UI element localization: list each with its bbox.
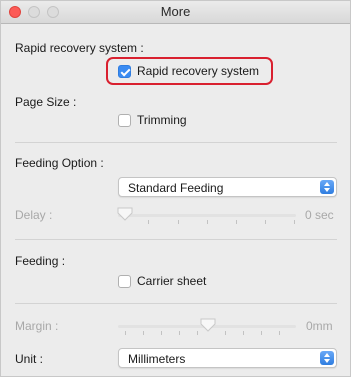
margin-slider-tick (197, 331, 198, 335)
window-title: More (160, 4, 191, 19)
rapid-recovery-checkbox[interactable] (118, 65, 131, 78)
unit-select[interactable]: Millimeters (118, 348, 337, 368)
delay-slider-tick (148, 220, 149, 224)
delay-slider-track (118, 214, 296, 217)
margin-slider-tick (279, 331, 280, 335)
margin-value-text: 0mm (306, 319, 333, 333)
trimming-checkbox[interactable] (118, 114, 131, 127)
unit-label: Unit : (15, 352, 44, 366)
trimming-checkbox-label[interactable]: Trimming (137, 113, 187, 127)
select-arrows-icon (320, 351, 334, 365)
select-arrows-icon (320, 180, 334, 194)
delay-label: Delay : (15, 208, 53, 222)
delay-slider-tick (207, 220, 208, 224)
delay-value-text: 0 sec (305, 208, 334, 222)
carrier-sheet-checkbox[interactable] (118, 275, 131, 288)
margin-slider-tick (225, 331, 226, 335)
delay-slider-tick (236, 220, 237, 224)
margin-slider-tick (261, 331, 262, 335)
delay-slider-tick (178, 220, 179, 224)
section-divider (15, 239, 337, 240)
margin-label: Margin : (15, 319, 59, 333)
margin-slider-tick (179, 331, 180, 335)
margin-slider-tick (161, 331, 162, 335)
margin-slider-tick (125, 331, 126, 335)
feeding-option-select[interactable]: Standard Feeding (118, 177, 337, 197)
margin-slider-tick (243, 331, 244, 335)
feeding-option-selected-value: Standard Feeding (128, 181, 224, 195)
rapid-recovery-section-label: Rapid recovery system : (15, 41, 144, 55)
page-size-section-label: Page Size : (15, 95, 77, 109)
more-dialog-window: More Rapid recovery system : Rapid recov… (0, 0, 351, 377)
section-divider (15, 303, 337, 304)
section-divider (15, 142, 337, 143)
delay-slider-tick (265, 220, 266, 224)
carrier-sheet-checkbox-label[interactable]: Carrier sheet (137, 274, 206, 288)
delay-slider-tick (294, 220, 295, 224)
unit-selected-value: Millimeters (128, 352, 186, 366)
title-bar: More (1, 1, 350, 24)
feeding-section-label: Feeding : (15, 254, 66, 268)
rapid-recovery-checkbox-label[interactable]: Rapid recovery system (137, 64, 259, 78)
margin-slider-tick (143, 331, 144, 335)
feeding-option-section-label: Feeding Option : (15, 156, 104, 170)
